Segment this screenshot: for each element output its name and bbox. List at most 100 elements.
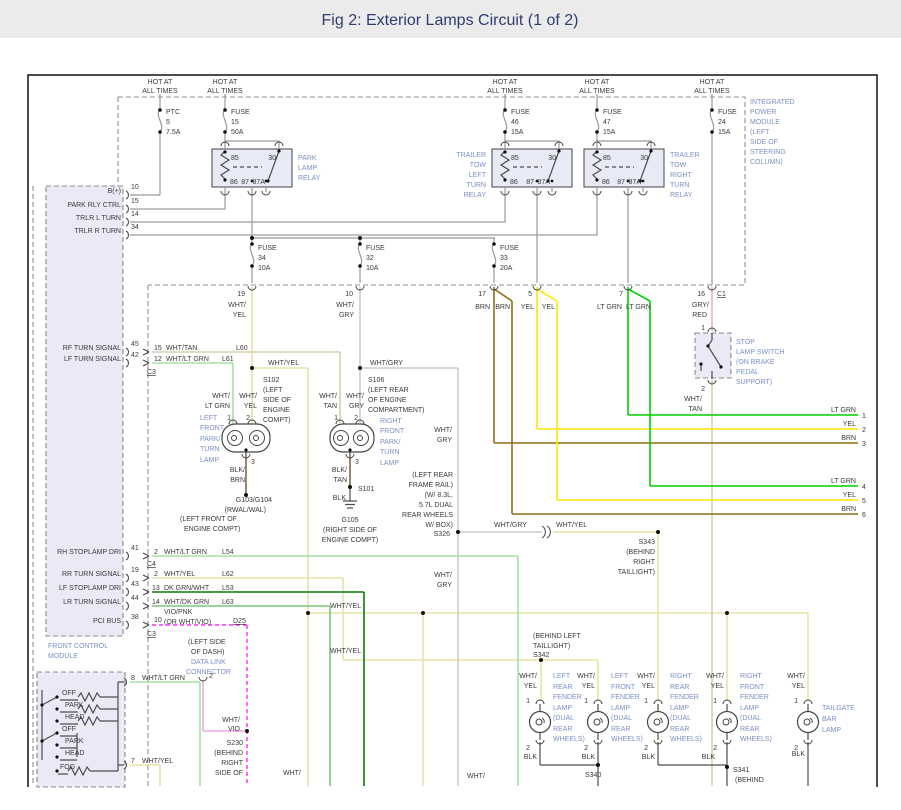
rear-lamp-label: FENDER bbox=[740, 694, 769, 701]
fuse-label: 50A bbox=[231, 129, 244, 136]
wire-label: TAN bbox=[324, 403, 337, 410]
fcm-label: FRONT CONTROL bbox=[48, 643, 108, 650]
relay-terminal: 87 bbox=[241, 179, 249, 186]
rf-lamp-label: RIGHT bbox=[380, 418, 403, 425]
wire-label: WHT/YEL bbox=[164, 571, 195, 578]
wire-label: GRY bbox=[339, 312, 354, 319]
rear-lamp-label: FENDER bbox=[553, 694, 582, 701]
ipm-pin: 5 bbox=[528, 291, 532, 298]
ipm-pin: 17 bbox=[478, 291, 486, 298]
ipm-pin: 16 bbox=[697, 291, 705, 298]
wire-label: YEL bbox=[521, 304, 534, 311]
connector-c3: C3 bbox=[147, 369, 156, 376]
wire-label: BRN bbox=[230, 477, 245, 484]
splice-label: ENGINE bbox=[263, 407, 290, 414]
fuse-label: FUSE bbox=[511, 109, 530, 116]
fuse-label: FUSE bbox=[231, 109, 250, 116]
circuit-number: 4 bbox=[862, 484, 866, 491]
wire-label: WHT/TAN bbox=[166, 345, 197, 352]
wire-label: WHT/ bbox=[467, 773, 485, 780]
wire-label: GRY bbox=[437, 582, 452, 589]
fuse-label: 24 bbox=[718, 119, 726, 126]
right-front-park-turn-lamp-icon bbox=[330, 424, 374, 452]
fcm-pin-name: LF TURN SIGNAL bbox=[64, 356, 121, 363]
fcm-pin-name: RH STOPLAMP DRI bbox=[57, 549, 121, 556]
wire-label: BLK bbox=[582, 754, 596, 761]
left-front-park-turn-lamp-icon bbox=[222, 424, 270, 452]
switch-position: PARK bbox=[65, 738, 84, 745]
fcm-pin-name: B(+) bbox=[108, 188, 121, 195]
terminal-number: 12 bbox=[154, 356, 162, 363]
fcm-pin-number: 34 bbox=[131, 224, 139, 231]
relay-terminal: 87A bbox=[629, 179, 642, 186]
wire-label: YEL bbox=[524, 683, 537, 690]
wire-label: WHT/LT GRN bbox=[142, 675, 185, 682]
fcm-label: MODULE bbox=[48, 653, 78, 660]
lf-lamp-label: TURN bbox=[200, 446, 219, 453]
splice-label: S343 bbox=[639, 539, 655, 546]
splice-label: S101 bbox=[358, 486, 374, 493]
wire-label: WHT/ bbox=[228, 302, 246, 309]
wire-label: WHT/YEL bbox=[556, 522, 587, 529]
wire-label: WHT/GRY bbox=[494, 522, 527, 529]
terminal-number: 2 bbox=[154, 549, 158, 556]
stop-switch-label: STOP bbox=[736, 339, 755, 346]
splice-label: OF ENGINE bbox=[368, 397, 407, 404]
fcm-pin-number: 45 bbox=[131, 341, 139, 348]
wire-label: WHT/ bbox=[283, 770, 301, 777]
rear-lamp-label: (DUAL bbox=[740, 715, 761, 722]
lamp-pin: 1 bbox=[644, 698, 648, 705]
fcm-pin-name: TRLR R TURN bbox=[74, 228, 121, 235]
fcm-pin-number: 10 bbox=[131, 184, 139, 191]
wire-label: WHT/ bbox=[239, 393, 257, 400]
fcm-pin-name: LF STOPLAMP DRI bbox=[59, 585, 121, 592]
hot-label: ALL TIMES bbox=[142, 88, 178, 95]
rear-lamp-label: LAMP bbox=[740, 705, 759, 712]
tt-right-relay-label: RIGHT bbox=[670, 172, 693, 179]
lf-lamp-label: LAMP bbox=[200, 457, 219, 464]
switch-pin: 7 bbox=[131, 758, 135, 765]
fuse-label: FUSE bbox=[258, 245, 277, 252]
lf-lamp-label: PARK/ bbox=[200, 436, 221, 443]
rear-lamp-label: FRONT bbox=[740, 684, 765, 691]
tailgate-lamp-label: BAR bbox=[822, 716, 836, 723]
hot-label: ALL TIMES bbox=[579, 88, 615, 95]
splice-label: REAR WHEELS bbox=[402, 512, 453, 519]
switch-position: OFF bbox=[62, 726, 76, 733]
lamp-pin: 1 bbox=[713, 698, 717, 705]
splice-label: S230 bbox=[227, 740, 243, 747]
fuse-label: 15A bbox=[718, 129, 731, 136]
splice-label: (BEHIND bbox=[214, 750, 243, 757]
rear-lamp-label: (DUAL bbox=[670, 715, 691, 722]
rear-lamp-label: FENDER bbox=[670, 694, 699, 701]
rf-lamp-label: TURN bbox=[380, 449, 399, 456]
lamp-pin: 2 bbox=[644, 745, 648, 752]
wire-label: WHT/ bbox=[787, 673, 805, 680]
relay-terminal: 86 bbox=[230, 179, 238, 186]
switch-position: HEAD bbox=[65, 714, 84, 721]
wire-label: LT GRN bbox=[597, 304, 622, 311]
wire-label: BRN bbox=[475, 304, 490, 311]
rear-lamp-label: LEFT bbox=[611, 673, 629, 680]
circuit-id: D25 bbox=[233, 618, 246, 625]
stop-switch-label: (ON BRAKE bbox=[736, 359, 775, 366]
circuit-number: 3 bbox=[862, 441, 866, 448]
tt-left-relay-label: TOW bbox=[470, 162, 487, 169]
tt-right-relay-label: TURN bbox=[670, 182, 689, 189]
rear-lamp-label: FENDER bbox=[611, 694, 640, 701]
hot-label: HOT AT bbox=[585, 79, 610, 86]
rear-lamp-label: REAR bbox=[740, 726, 759, 733]
wire-label: WHT/ bbox=[434, 427, 452, 434]
wire-label: WHT/ bbox=[684, 396, 702, 403]
tt-right-relay-label: TOW bbox=[670, 162, 687, 169]
wire-label: WHT/ bbox=[706, 673, 724, 680]
lamp-pin: 2 bbox=[246, 415, 250, 422]
wire-label: LT GRN bbox=[831, 407, 856, 414]
switch-position: HEAD bbox=[65, 750, 84, 757]
relay-terminal: 30 bbox=[640, 155, 648, 162]
wire-label: YEL bbox=[642, 683, 655, 690]
terminal-number: 10 bbox=[154, 617, 162, 624]
fcm-pin-name: TRLR L TURN bbox=[76, 215, 121, 222]
lamp-pin: 2 bbox=[584, 745, 588, 752]
lamp-pin: 2 bbox=[526, 745, 530, 752]
